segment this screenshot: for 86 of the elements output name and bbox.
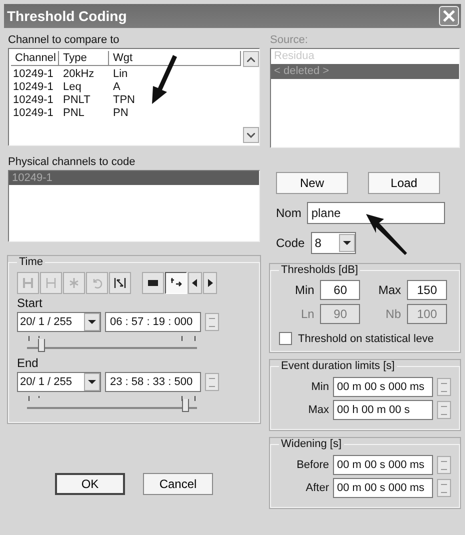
spin-button[interactable]: [437, 401, 451, 419]
slider-thumb[interactable]: [38, 339, 45, 352]
field-label: Ln: [300, 307, 314, 321]
table-cell-text: Leq: [62, 81, 82, 94]
scroll-down-button[interactable]: [243, 127, 259, 143]
annotation-arrow: [366, 214, 407, 255]
table-cell-text: TPN: [112, 94, 136, 107]
duration-field[interactable]: 00 m 00 s 000 ms: [333, 478, 433, 498]
spin-button[interactable]: [205, 313, 219, 331]
toolbar-button[interactable]: [188, 272, 202, 294]
field-label: Min: [294, 283, 314, 297]
dropdown-arrow-icon: [88, 380, 96, 384]
duration-field[interactable]: 00 m 00 s 000 ms: [333, 455, 433, 475]
slider-thumb[interactable]: [182, 399, 190, 412]
section-label: Physical channels to code: [8, 155, 136, 170]
group-label: Widening [s]: [280, 438, 343, 450]
code-dropdown[interactable]: 8: [310, 232, 356, 254]
up-caret-icon: [247, 56, 255, 62]
checkbox[interactable]: [279, 332, 292, 345]
date-dropdown[interactable]: 20/ 1 / 255: [17, 372, 101, 392]
scroll-up-button[interactable]: [243, 51, 259, 67]
section-label: Channel to compare to: [8, 33, 120, 48]
annotation-arrow: [152, 55, 177, 104]
cancel-button[interactable]: Cancel: [143, 473, 213, 495]
range-label: End: [17, 356, 40, 370]
right-arrow-icon: [207, 279, 213, 287]
threshold-field[interactable]: 60: [320, 280, 360, 300]
time-field[interactable]: 06 : 57 : 19 : 000: [105, 312, 201, 332]
table-cell-text: A: [112, 81, 122, 94]
date-dropdown[interactable]: 20/ 1 / 255: [17, 312, 101, 332]
range-label: Start: [17, 296, 44, 310]
close-icon: [443, 10, 455, 22]
column-header[interactable]: Type: [59, 51, 109, 65]
toolbar-button[interactable]: [109, 272, 131, 294]
channel-list[interactable]: Channel Type Wgt 10249-1 20kHz Lin 10249-1 Leq A 10249-1 PNLT TPN 10249-1 PNL PN: [8, 48, 260, 146]
marker-icon: [68, 277, 80, 289]
field-label: Nb: [386, 307, 401, 321]
table-cell-text: Lin: [112, 68, 129, 81]
field-label: Max: [308, 404, 329, 416]
field-label: Before: [296, 459, 329, 471]
field-label: Max: [378, 283, 401, 297]
toolbar-button[interactable]: [203, 272, 217, 294]
new-button[interactable]: New: [276, 172, 348, 194]
field-label: Min: [311, 381, 329, 393]
table-cell-text: PN: [112, 107, 130, 120]
table-cell-text: PNLT: [62, 94, 92, 107]
window-icon: [147, 277, 159, 289]
group-label: Event duration limits [s]: [280, 360, 396, 372]
field-label: Nom: [276, 206, 302, 220]
field-label: Code: [276, 236, 305, 250]
table-cell-text: PNL: [62, 107, 86, 120]
spin-button[interactable]: [437, 479, 451, 497]
undo-icon: [91, 277, 103, 289]
toolbar-button[interactable]: [142, 272, 164, 294]
threshold-field[interactable]: 150: [407, 280, 447, 300]
ok-button[interactable]: OK: [55, 473, 125, 495]
down-caret-icon: [247, 132, 255, 138]
load-button[interactable]: Load: [368, 172, 440, 194]
table-cell-text: 10249-1: [12, 94, 54, 107]
zoom-fit-icon: [114, 277, 126, 289]
duration-field[interactable]: 00 m 00 s 000 ms: [333, 377, 433, 397]
table-cell-text: 10249-1: [12, 68, 54, 81]
table-cell-text: 10249-1: [12, 107, 54, 120]
spin-button[interactable]: [437, 456, 451, 474]
table-cell-text: 10249-1: [12, 81, 54, 94]
section-label: Source:: [270, 33, 309, 48]
column-header[interactable]: Channel: [11, 51, 59, 65]
bracket-icon: [45, 277, 57, 289]
name-field[interactable]: plane: [307, 202, 446, 224]
group-label: Time: [18, 256, 44, 268]
spin-button[interactable]: [437, 378, 451, 396]
window-title: Threshold Coding: [7, 8, 127, 24]
cursor-arrows-icon: [170, 277, 182, 289]
group-label: Thresholds [dB]: [280, 264, 360, 276]
dropdown-arrow-icon: [342, 241, 351, 245]
field-label: After: [306, 482, 329, 494]
dropdown-arrow-icon: [88, 320, 96, 324]
bracket-icon: [22, 277, 34, 289]
checkbox-label: Threshold on statistical leve: [298, 332, 434, 344]
spin-button[interactable]: [205, 373, 219, 391]
left-arrow-icon: [192, 279, 198, 287]
toolbar-button[interactable]: [165, 272, 187, 294]
time-field[interactable]: 23 : 58 : 33 : 500: [105, 372, 201, 392]
duration-field[interactable]: 00 h 00 m 00 s: [333, 400, 433, 420]
close-button[interactable]: [439, 6, 459, 26]
table-cell-text: 20kHz: [62, 68, 96, 81]
